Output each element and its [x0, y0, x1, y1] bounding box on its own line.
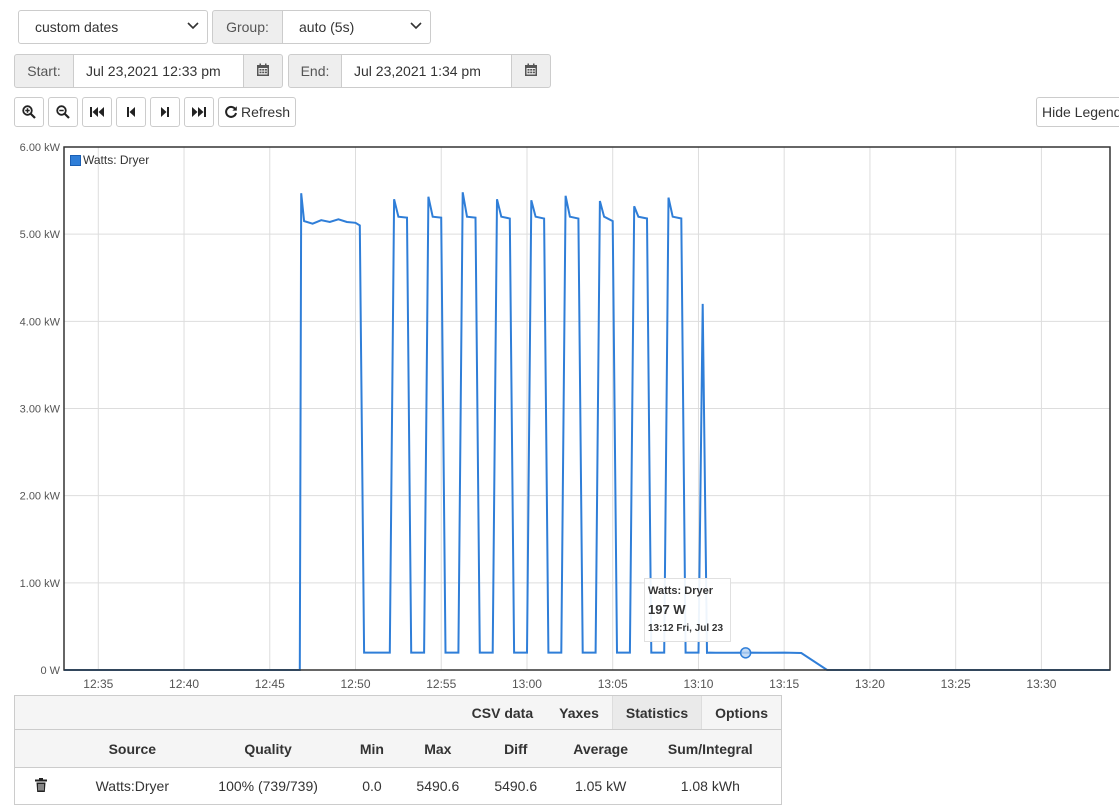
skip-forward-icon: [191, 106, 207, 118]
x-tick-label: 12:55: [426, 677, 456, 691]
end-date-input[interactable]: Jul 23,2021 1:34 pm: [341, 54, 512, 88]
step-forward-icon: [159, 106, 171, 118]
start-date-input[interactable]: Jul 23,2021 12:33 pm: [73, 54, 244, 88]
end-label: End:: [288, 54, 342, 88]
start-calendar-button[interactable]: [243, 54, 283, 88]
x-tick-label: 13:00: [512, 677, 542, 691]
x-tick-label: 13:25: [941, 677, 971, 691]
y-tick-label: 4.00 kW: [20, 316, 61, 328]
chart-grid: [64, 146, 1110, 671]
table-row: Watts:Dryer 100% (739/739) 0.0 5490.6 54…: [14, 767, 782, 805]
chevron-down-icon: [187, 21, 199, 33]
group-select[interactable]: auto (5s): [282, 10, 431, 44]
stats-panel: CSV data Yaxes Statistics Options Source…: [14, 695, 782, 805]
col-header-sum-integral: Sum/Integral: [639, 729, 782, 768]
x-tick-label: 13:10: [683, 677, 713, 691]
group-select-value: auto (5s): [299, 19, 355, 35]
cell-quality: 100% (739/739): [198, 767, 338, 805]
stats-header-row: Source Quality Min Max Diff Average Sum/…: [14, 729, 782, 768]
chevron-down-icon: [410, 21, 422, 33]
x-tick-label: 12:45: [255, 677, 285, 691]
prev-button[interactable]: [116, 97, 146, 127]
calendar-icon: [256, 63, 270, 80]
zoom-out-button[interactable]: [48, 97, 78, 127]
chart-tooltip: Watts: Dryer 197 W 13:12 Fri, Jul 23: [644, 578, 731, 642]
tab-yaxes[interactable]: Yaxes: [546, 696, 612, 729]
chart-legend[interactable]: Watts: Dryer: [70, 153, 149, 167]
step-backward-icon: [125, 106, 137, 118]
zoom-in-icon: [22, 105, 36, 119]
cell-source: Watts:Dryer: [66, 767, 199, 805]
cell-diff: 5490.6: [469, 767, 562, 805]
col-header-actions: [14, 729, 67, 768]
trash-icon: [34, 777, 47, 795]
series-line-watts-dryer: [64, 192, 1110, 671]
x-axis-ticks: 12:35 12:40 12:45 12:50 12:55 13:00 13:05 13:10…: [83, 677, 1056, 691]
x-tick-label: 12:50: [340, 677, 370, 691]
tab-csv-data[interactable]: CSV data: [459, 696, 546, 729]
range-select[interactable]: custom dates: [18, 10, 208, 44]
x-tick-label: 12:35: [83, 677, 113, 691]
zoom-out-icon: [56, 105, 70, 119]
x-tick-label: 13:30: [1026, 677, 1056, 691]
cell-min: 0.0: [337, 767, 406, 805]
col-header-average: Average: [561, 729, 640, 768]
hide-legend-button[interactable]: Hide Legend: [1036, 97, 1119, 127]
y-tick-label: 5.00 kW: [20, 229, 61, 241]
tooltip-value: 197 W: [648, 602, 686, 617]
power-chart[interactable]: 0 W 1.00 kW 2.00 kW 3.00 kW 4.00 kW 5.00 kW 6.…: [0, 140, 1119, 695]
x-tick-label: 13:05: [598, 677, 628, 691]
start-label: Start:: [14, 54, 74, 88]
end-calendar-button[interactable]: [511, 54, 551, 88]
x-tick-label: 12:40: [169, 677, 199, 691]
hide-legend-label: Hide Legend: [1042, 104, 1119, 120]
y-tick-label: 3.00 kW: [20, 404, 61, 416]
col-header-max: Max: [405, 729, 470, 768]
skip-backward-icon: [89, 106, 105, 118]
y-tick-label: 0 W: [40, 665, 60, 677]
x-tick-label: 13:20: [855, 677, 885, 691]
tooltip-series: Watts: Dryer: [648, 585, 713, 597]
col-header-min: Min: [337, 729, 406, 768]
range-select-value: custom dates: [35, 19, 119, 35]
y-tick-label: 6.00 kW: [20, 142, 61, 154]
col-header-source: Source: [66, 729, 199, 768]
y-axis-ticks: 0 W 1.00 kW 2.00 kW 3.00 kW 4.00 kW 5.00 kW 6.…: [20, 142, 61, 677]
tooltip-point-marker: [739, 647, 752, 659]
refresh-label: Refresh: [240, 104, 291, 120]
cell-average: 1.05 kW: [561, 767, 640, 805]
last-button[interactable]: [184, 97, 214, 127]
tab-options[interactable]: Options: [702, 696, 781, 729]
next-button[interactable]: [150, 97, 180, 127]
y-tick-label: 1.00 kW: [20, 578, 61, 590]
cell-max: 5490.6: [405, 767, 470, 805]
legend-swatch: [70, 154, 81, 166]
calendar-icon: [524, 63, 538, 80]
x-tick-label: 13:15: [769, 677, 799, 691]
refresh-icon: [224, 105, 238, 119]
tab-statistics[interactable]: Statistics: [611, 696, 703, 729]
delete-source-button[interactable]: [14, 767, 67, 805]
legend-label: Watts: Dryer: [83, 153, 150, 167]
col-header-diff: Diff: [469, 729, 562, 768]
cell-sum-integral: 1.08 kWh: [639, 767, 782, 805]
panel-tabs: CSV data Yaxes Statistics Options: [14, 695, 782, 729]
tooltip-time: 13:12 Fri, Jul 23: [648, 623, 724, 634]
stats-table: Source Quality Min Max Diff Average Sum/…: [14, 729, 782, 805]
first-button[interactable]: [82, 97, 112, 127]
refresh-button[interactable]: Refresh: [218, 97, 296, 127]
zoom-in-button[interactable]: [14, 97, 44, 127]
y-tick-label: 2.00 kW: [20, 491, 61, 503]
col-header-quality: Quality: [198, 729, 338, 768]
group-label: Group:: [212, 10, 283, 44]
